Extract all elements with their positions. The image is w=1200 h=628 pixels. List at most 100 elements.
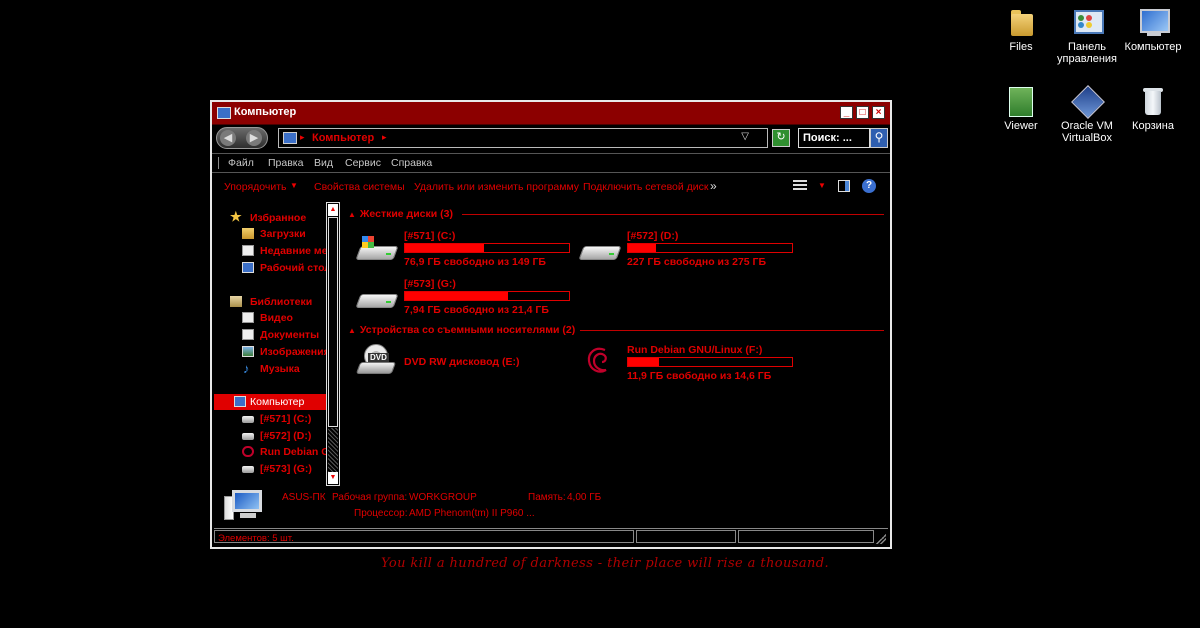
breadcrumb-computer[interactable]: Компьютер <box>312 132 374 144</box>
nav-drive-d[interactable]: [#572] (D:) <box>214 428 326 444</box>
group-header-removable[interactable]: ▲ Устройства со съемными носителями (2) <box>348 324 575 336</box>
nav-documents[interactable]: Документы <box>214 327 326 343</box>
drive-free-space: 7,94 ГБ свободно из 21,4 ГБ <box>404 304 549 316</box>
group-header-hard-disks[interactable]: ▲ Жесткие диски (3) <box>348 208 453 220</box>
nav-label: Документы <box>260 329 320 341</box>
menu-file[interactable]: Файл <box>228 157 254 169</box>
nav-favorites[interactable]: ★ Избранное <box>214 209 326 226</box>
menu-tools[interactable]: Сервис <box>345 157 381 169</box>
nav-downloads[interactable]: Загрузки <box>214 226 326 242</box>
view-options-icon[interactable] <box>793 180 807 192</box>
nav-pictures[interactable]: Изображения <box>214 344 326 360</box>
processor-label: Процессор: <box>354 508 408 519</box>
preview-pane-icon[interactable] <box>838 180 850 192</box>
chevron-right-icon[interactable]: ▸ <box>382 132 387 143</box>
chevron-down-icon[interactable]: ▼ <box>290 181 298 190</box>
hard-drive-icon <box>242 466 254 473</box>
folder-icon <box>1005 6 1037 38</box>
nav-computer[interactable]: Компьютер <box>214 394 326 410</box>
resize-grip[interactable] <box>876 534 886 544</box>
drive-item-g[interactable]: [#573] (G:) 7,94 ГБ свободно из 21,4 ГБ <box>355 278 570 318</box>
control-panel-icon <box>1071 6 1104 38</box>
group-divider <box>462 214 884 215</box>
navigation-row: ◀ ▶ ▸ Компьютер ▸ ▽ ↻ Поиск: ... ⚲ <box>212 126 890 152</box>
nav-libraries[interactable]: Библиотеки <box>214 294 326 310</box>
debian-icon <box>242 446 254 457</box>
title-bar[interactable]: Компьютер _ □ × <box>212 102 890 125</box>
chevron-right-icon[interactable]: ▸ <box>300 132 305 143</box>
desktop-icon-recycle-bin[interactable]: Корзина <box>1115 85 1191 132</box>
drive-item-f[interactable]: Run Debian GNU/Linux (F:) 11,9 ГБ свобод… <box>581 344 793 384</box>
drive-item-dvd[interactable]: DVD DVD RW дисковод (E:) <box>355 344 568 384</box>
scroll-down-button[interactable]: ▼ <box>328 472 338 484</box>
computer-icon <box>234 396 246 407</box>
organize-button[interactable]: Упорядочить <box>224 181 286 193</box>
drive-usage-bar <box>627 243 793 253</box>
computer-name: ASUS-ПК <box>282 492 326 503</box>
map-network-drive-button[interactable]: Подключить сетевой диск <box>583 181 709 193</box>
menu-divider <box>218 157 219 169</box>
drive-usage-bar <box>404 243 570 253</box>
nav-videos[interactable]: Видео <box>214 310 326 326</box>
nav-label: [#573] (G:) <box>260 463 312 475</box>
virtualbox-icon <box>1071 85 1105 119</box>
scrollbar-thumb[interactable] <box>328 217 338 427</box>
desktop-icon-label: Files <box>1009 41 1033 53</box>
nav-label: Рабочий стол <box>260 262 326 274</box>
nav-desktop[interactable]: Рабочий стол <box>214 260 326 276</box>
menu-edit[interactable]: Правка <box>268 157 303 169</box>
more-commands-button[interactable]: » <box>710 179 717 193</box>
nav-drive-c[interactable]: [#571] (C:) <box>214 411 326 427</box>
chevron-up-icon: ▲ <box>348 326 356 335</box>
drive-free-space: 227 ГБ свободно из 275 ГБ <box>627 256 767 268</box>
forward-button[interactable]: ▶ <box>246 130 262 146</box>
back-forward-buttons: ◀ ▶ <box>216 127 268 149</box>
nav-label: Музыка <box>260 363 300 375</box>
wallpaper-quote: You kill a hundred of darkness - their p… <box>380 556 829 571</box>
maximize-button[interactable]: □ <box>856 106 869 119</box>
desktop-icon-virtualbox[interactable]: Oracle VM VirtualBox <box>1049 85 1125 144</box>
desktop-icon-computer[interactable]: Компьютер <box>1115 6 1191 53</box>
computer-icon <box>1137 6 1170 38</box>
help-icon[interactable]: ? <box>862 179 876 193</box>
search-input[interactable]: Поиск: ... <box>798 128 870 148</box>
back-button[interactable]: ◀ <box>220 130 236 146</box>
status-segment <box>636 530 736 543</box>
documents-icon <box>242 329 254 340</box>
menu-help[interactable]: Справка <box>391 157 432 169</box>
system-properties-button[interactable]: Свойства системы <box>314 181 405 193</box>
hard-drive-icon <box>242 416 254 423</box>
uninstall-program-button[interactable]: Удалить или изменить программу <box>414 181 579 193</box>
nav-music[interactable]: ♪ Музыка <box>214 361 326 377</box>
drive-item-c[interactable]: [#571] (C:) 76,9 ГБ свободно из 149 ГБ <box>355 230 570 270</box>
nav-drive-f[interactable]: Run Debian GNU/Linux (F:) <box>214 444 326 460</box>
command-bar: Упорядочить ▼ Свойства системы Удалить и… <box>212 174 890 198</box>
refresh-button[interactable]: ↻ <box>772 129 790 147</box>
desktop-icon-viewer[interactable]: Viewer <box>983 85 1059 132</box>
chevron-down-icon[interactable]: ▽ <box>741 131 749 142</box>
nav-recent-places[interactable]: Недавние места <box>214 243 326 259</box>
minimize-button[interactable]: _ <box>840 106 853 119</box>
downloads-folder-icon <box>242 228 254 239</box>
chevron-down-icon[interactable]: ▼ <box>818 181 826 190</box>
drive-usage-bar <box>404 291 570 301</box>
chevron-up-icon: ▲ <box>348 210 356 219</box>
scrollbar-track[interactable] <box>328 428 338 472</box>
videos-icon <box>242 312 254 323</box>
menu-view[interactable]: Вид <box>314 157 333 169</box>
scroll-up-button[interactable]: ▲ <box>328 204 338 216</box>
drive-usage-bar <box>627 357 793 367</box>
close-button[interactable]: × <box>872 106 885 119</box>
details-pane: ASUS-ПК Рабочая группа: WORKGROUP Память… <box>214 488 888 528</box>
nav-pane-scrollbar[interactable]: ▲ ▼ <box>326 202 340 486</box>
desktop-icon-files[interactable]: Files <box>983 6 1059 53</box>
search-icon[interactable]: ⚲ <box>870 128 888 148</box>
nav-drive-g[interactable]: [#573] (G:) <box>214 461 326 477</box>
drive-item-d[interactable]: [#572] (D:) 227 ГБ свободно из 275 ГБ <box>578 230 793 270</box>
desktop-icon-control-panel[interactable]: Панель управления <box>1049 6 1125 65</box>
libraries-icon <box>230 296 242 307</box>
nav-label: Изображения <box>260 346 326 358</box>
memory-value: 4,00 ГБ <box>567 492 602 503</box>
desktop-icon-label: Корзина <box>1132 120 1174 132</box>
address-bar[interactable]: ▸ Компьютер ▸ ▽ <box>278 128 768 148</box>
